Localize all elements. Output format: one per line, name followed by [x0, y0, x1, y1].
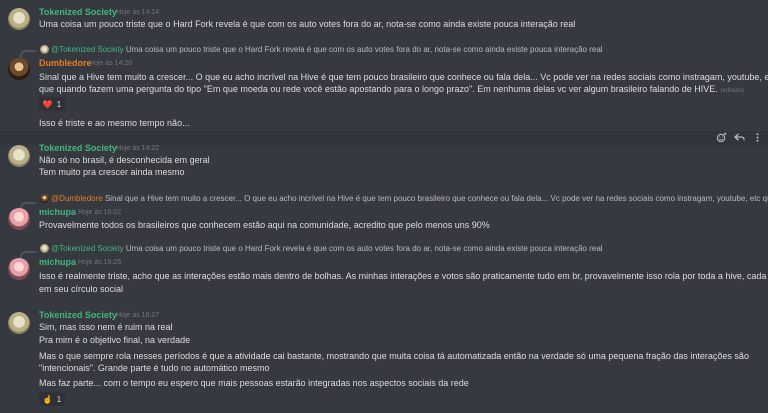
reply-preview[interactable]: @Dumbledore Sinal que a Hive tem muito a… [51, 194, 768, 203]
reply-avatar [40, 45, 49, 54]
pointing-up-icon: ☝️ [42, 394, 53, 404]
message-text: Provavelmente todos os brasileiros que c… [39, 220, 490, 230]
add-reaction-icon[interactable] [714, 130, 728, 144]
message-text: Uma coisa um pouco triste que o Hard For… [39, 19, 576, 29]
reaction-button[interactable]: ❤️ 1 [39, 97, 65, 111]
more-icon[interactable] [750, 130, 764, 144]
avatar[interactable] [8, 8, 30, 30]
author-name[interactable]: Tokenized Society [39, 7, 117, 17]
author-name[interactable]: michupa [39, 207, 76, 217]
reply-avatar [40, 194, 49, 203]
reply-author[interactable]: @Tokenized Society [51, 45, 124, 54]
reaction-count: 1 [56, 99, 62, 109]
message-text: em seu círculo social [39, 284, 124, 294]
author-name[interactable]: michupa [39, 257, 76, 267]
avatar[interactable] [8, 208, 30, 230]
reaction-button[interactable]: ☝️ 1 [39, 392, 65, 406]
reply-connector [20, 50, 36, 58]
avatar[interactable] [8, 258, 30, 280]
reply-avatar [40, 244, 49, 253]
author-name[interactable]: Tokenized Society [39, 310, 117, 320]
reply-text: Uma coisa um pouco triste que o Hard For… [125, 244, 603, 253]
timestamp: Hoje às 16:27 [116, 312, 160, 319]
message-text: Pra mim é o objetivo final, na verdade [39, 335, 191, 345]
message-text: Isso é realmente triste, acho que as int… [39, 271, 768, 281]
reply-text: Sinal que a Hive tem muito a crescer... … [104, 194, 768, 203]
reply-text: Uma coisa um pouco triste que o Hard For… [125, 45, 603, 54]
reaction-count: 1 [56, 394, 62, 404]
timestamp: Hoje às 16:25 [78, 259, 122, 266]
reply-preview[interactable]: @Tokenized Society Uma coisa um pouco tr… [51, 244, 603, 253]
message-text: Tem muito pra crescer ainda mesmo [39, 167, 185, 177]
message-text: Mas faz parte... com o tempo eu espero q… [39, 378, 469, 388]
timestamp: Hoje às 14:14 [116, 9, 160, 16]
timestamp: Hoje às 14:20 [89, 60, 133, 67]
message-text: Sinal que a Hive tem muito a crescer... … [39, 72, 768, 82]
message-text: Mas o que sempre rola nesses períodos é … [39, 351, 749, 361]
reply-author[interactable]: @Dumbledore [51, 194, 103, 203]
message-text: Sim, mas isso nem é ruim na real [39, 322, 173, 332]
author-name[interactable]: Dumbledore [39, 58, 92, 68]
reply-author[interactable]: @Tokenized Society [51, 244, 124, 253]
reply-icon[interactable] [732, 130, 746, 144]
message-text: Isso é triste e ao mesmo tempo não... [39, 118, 190, 128]
avatar[interactable] [8, 312, 30, 334]
avatar[interactable] [8, 58, 30, 80]
reply-preview[interactable]: @Tokenized Society Uma coisa um pouco tr… [51, 45, 603, 54]
avatar[interactable] [8, 145, 30, 167]
edited-label: (editado) [720, 88, 745, 94]
heart-icon: ❤️ [42, 99, 53, 109]
message-text: "intencionais". Grande parte é tudo no a… [39, 363, 270, 373]
chat-messages: Tokenized Society Hoje às 14:14 Uma cois… [0, 0, 768, 413]
timestamp: Hoje às 16:22 [78, 209, 122, 216]
message-toolbar [714, 130, 764, 144]
message-text: que quando fazem uma pergunta do tipo "E… [39, 84, 745, 94]
author-name[interactable]: Tokenized Society [39, 143, 117, 153]
timestamp: Hoje às 14:22 [116, 145, 160, 152]
message-text: Não só no brasil, é desconhecida em gera… [39, 155, 210, 165]
